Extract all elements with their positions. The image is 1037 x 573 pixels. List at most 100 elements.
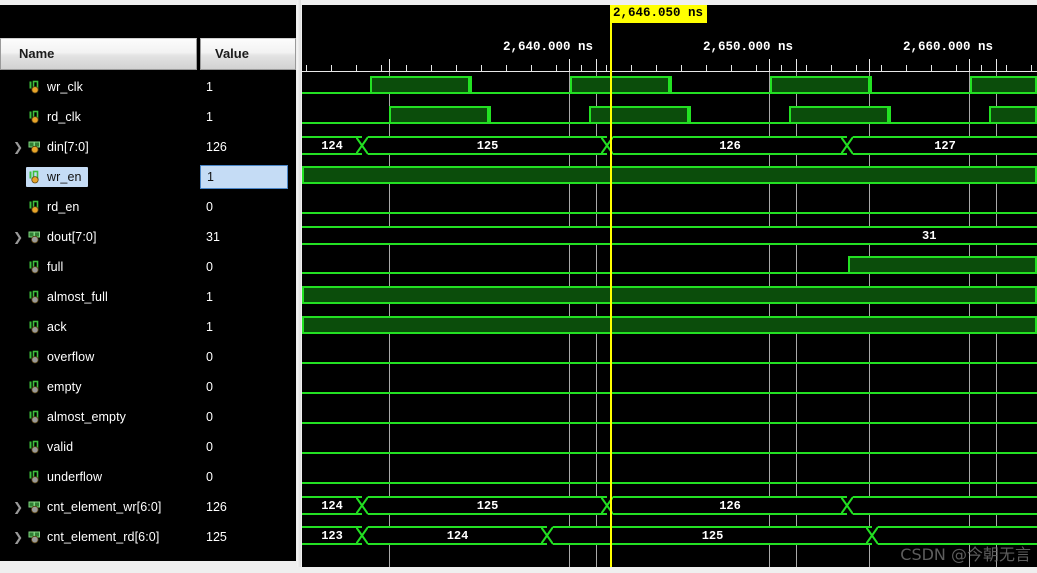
signal-name-cell[interactable]: ❯ overflow <box>0 342 100 372</box>
signal-value-cell[interactable]: 1 <box>200 312 296 342</box>
splitter-handle[interactable] <box>297 0 301 573</box>
signal-name-cell[interactable]: ❯ wr_en <box>0 162 88 192</box>
signal-row-wr_clk[interactable]: ❯ wr_clk 1 <box>0 72 296 102</box>
signal-name-cell[interactable]: ❯ wr_clk <box>0 72 89 102</box>
chevron-spacer: ❯ <box>10 291 26 303</box>
signal-name-box[interactable]: almost_empty <box>26 407 132 427</box>
signal-row-ack[interactable]: ❯ ack 1 <box>0 312 296 342</box>
ruler-tick <box>906 65 907 72</box>
signal-name-cell[interactable]: ❯ rd_clk <box>0 102 87 132</box>
signal-value-text: 0 <box>206 200 213 214</box>
signal-value-cell[interactable]: 126 <box>200 132 296 162</box>
signal-name-box[interactable]: cnt_element_rd[6:0] <box>26 527 165 547</box>
signal-value-cell[interactable]: 1 <box>200 282 296 312</box>
waveform-lane-almost_full <box>302 282 1037 312</box>
signal-row-valid[interactable]: ❯ valid 0 <box>0 432 296 462</box>
signal-name-box[interactable]: ack <box>26 317 73 337</box>
signal-value-cell[interactable]: 0 <box>200 462 296 492</box>
signal-name-cell[interactable]: ❯ almost_empty <box>0 402 132 432</box>
expand-chevron-icon[interactable]: ❯ <box>10 141 26 153</box>
signal-value-cell[interactable]: 126 <box>200 492 296 522</box>
signal-value-cell[interactable]: 1 <box>200 165 288 189</box>
signal-row-full[interactable]: ❯ full 0 <box>0 252 296 282</box>
signal-name-label: underflow <box>47 470 103 484</box>
signal-row-almost_full[interactable]: ❯ almost_full 1 <box>0 282 296 312</box>
signal-row-cnt_element_wr60[interactable]: ❯ cnt_element_wr[6:0] 126 <box>0 492 296 522</box>
signal-name-box[interactable]: empty <box>26 377 88 397</box>
signal-value-cell[interactable]: 0 <box>200 402 296 432</box>
signal-name-cell[interactable]: ❯ rd_en <box>0 192 85 222</box>
expand-chevron-icon[interactable]: ❯ <box>10 231 26 243</box>
signal-name-cell[interactable]: ❯ valid <box>0 432 79 462</box>
signal-name-label: ack <box>47 320 67 334</box>
signal-name-box[interactable]: din[7:0] <box>26 137 95 157</box>
signal-row-wr_en[interactable]: ❯ wr_en 1 <box>0 162 296 192</box>
signal-row-almost_empty[interactable]: ❯ almost_empty 0 <box>0 402 296 432</box>
signal-value-cell[interactable]: 0 <box>200 252 296 282</box>
signal-value-cell[interactable]: 0 <box>200 192 296 222</box>
waveform-lane-valid <box>302 432 1037 462</box>
signal-name-cell[interactable]: ❯ dout[7:0] <box>0 222 103 252</box>
signal-row-rd_en[interactable]: ❯ rd_en 0 <box>0 192 296 222</box>
wave-edge <box>389 106 391 124</box>
signal-name-cell[interactable]: ❯ cnt_element_wr[6:0] <box>0 492 167 522</box>
column-header-value[interactable]: Value <box>200 38 296 70</box>
signal-row-underflow[interactable]: ❯ underflow 0 <box>0 462 296 492</box>
bus-segment: 31 <box>302 226 1037 245</box>
waveform-lane-dout70: 31 <box>302 222 1037 252</box>
signal-name-cell[interactable]: ❯ full <box>0 252 69 282</box>
ruler-major-tick <box>569 59 570 72</box>
signal-name-box[interactable]: full <box>26 257 69 277</box>
wave-low-segment <box>302 122 389 124</box>
signal-name-box[interactable]: rd_clk <box>26 107 87 127</box>
signal-name-box[interactable]: almost_full <box>26 287 114 307</box>
signal-bit-output-icon <box>28 440 42 454</box>
ruler-tick <box>1006 65 1007 72</box>
signal-name-box[interactable]: cnt_element_wr[6:0] <box>26 497 167 517</box>
waveform-lane-ack <box>302 312 1037 342</box>
signal-name-label: rd_en <box>47 200 80 214</box>
signal-name-cell[interactable]: ❯ almost_full <box>0 282 114 312</box>
signal-value-cell[interactable]: 1 <box>200 102 296 132</box>
signal-value-cell[interactable]: 31 <box>200 222 296 252</box>
ruler-tick <box>731 65 732 72</box>
signal-row-rd_clk[interactable]: ❯ rd_clk 1 <box>0 102 296 132</box>
bus-transition-icon <box>356 526 368 545</box>
signal-row-din70[interactable]: ❯ din[7:0] 126 <box>0 132 296 162</box>
chevron-spacer: ❯ <box>10 201 26 213</box>
signal-name-cell[interactable]: ❯ din[7:0] <box>0 132 95 162</box>
signal-row-dout70[interactable]: ❯ dout[7:0] 31 <box>0 222 296 252</box>
signal-name-box[interactable]: wr_en <box>26 167 88 187</box>
signal-name-box[interactable]: dout[7:0] <box>26 227 103 247</box>
signal-name-cell[interactable]: ❯ underflow <box>0 462 108 492</box>
signal-name-box[interactable]: valid <box>26 437 79 457</box>
signal-name-box[interactable]: underflow <box>26 467 108 487</box>
signal-row-empty[interactable]: ❯ empty 0 <box>0 372 296 402</box>
signal-value-cell[interactable]: 0 <box>200 432 296 462</box>
signal-name-box[interactable]: wr_clk <box>26 77 89 97</box>
signal-name-cell[interactable]: ❯ ack <box>0 312 73 342</box>
wave-low-segment <box>302 272 848 274</box>
expand-chevron-icon[interactable]: ❯ <box>10 531 26 543</box>
signal-row-overflow[interactable]: ❯ overflow 0 <box>0 342 296 372</box>
ruler-tick <box>531 65 532 72</box>
signal-value-cell[interactable]: 0 <box>200 342 296 372</box>
column-header-name[interactable]: Name <box>0 38 197 70</box>
signal-name-box[interactable]: overflow <box>26 347 100 367</box>
cursor-line[interactable] <box>610 5 612 573</box>
expand-chevron-icon[interactable]: ❯ <box>10 501 26 513</box>
signal-name-cell[interactable]: ❯ empty <box>0 372 88 402</box>
signal-name-box[interactable]: rd_en <box>26 197 85 217</box>
signal-value-cell[interactable]: 0 <box>200 372 296 402</box>
signal-value-text: 1 <box>206 290 213 304</box>
signal-name-label: dout[7:0] <box>47 230 97 244</box>
wave-high-segment <box>570 76 670 94</box>
ruler-major-tick <box>769 59 770 72</box>
signal-value-cell[interactable]: 125 <box>200 522 296 552</box>
waveform-panel[interactable]: 2,640.000 ns 2,650.000 ns 2,660.000 ns 124… <box>302 0 1037 573</box>
waveform-lane-wr_clk <box>302 72 1037 102</box>
time-axis-label: 2,640.000 ns <box>502 40 593 54</box>
signal-name-cell[interactable]: ❯ cnt_element_rd[6:0] <box>0 522 165 552</box>
signal-value-cell[interactable]: 1 <box>200 72 296 102</box>
signal-row-cnt_element_rd60[interactable]: ❯ cnt_element_rd[6:0] 125 <box>0 522 296 552</box>
